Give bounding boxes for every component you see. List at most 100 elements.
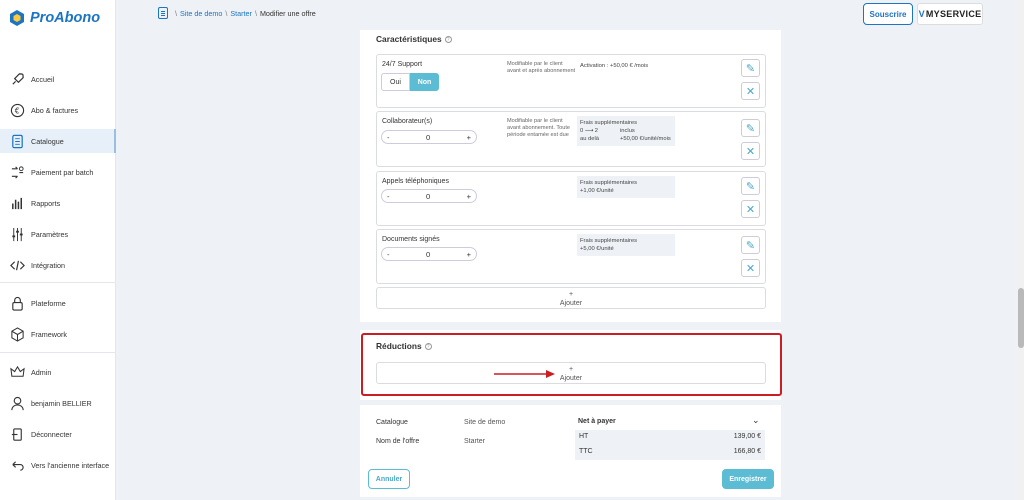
ht-row: HT 139,00 € [579, 433, 761, 440]
logo[interactable]: ProAbono [9, 10, 100, 26]
edit-button[interactable]: ✎ [741, 236, 760, 254]
help-icon[interactable]: ? [444, 36, 452, 43]
catalog-icon [158, 7, 168, 19]
price-title: Frais supplémentaires [580, 120, 638, 126]
ttc-row: TTC 166,80 € [579, 448, 761, 455]
sidebar-item-label: Admin [31, 367, 52, 377]
sidebar-divider [0, 352, 116, 353]
stepper-plus[interactable]: + [467, 250, 471, 259]
close-icon: ✕ [745, 203, 756, 216]
chevron-down-icon[interactable]: ⌄ [752, 415, 760, 426]
feature-card-appels: Appels téléphoniques - 0 + Frais supplém… [376, 171, 766, 226]
support-toggle[interactable]: Oui Non [381, 73, 439, 91]
breadcrumb-site-link[interactable]: Site de demo [180, 9, 222, 18]
subscribe-button[interactable]: Souscrire [863, 3, 913, 25]
sidebar-item-abo-factures[interactable]: € Abo & factures [0, 98, 116, 122]
catalog-value: Site de demo [464, 419, 506, 426]
quantity-stepper[interactable]: - 0 + [381, 130, 477, 144]
price-row-value: inclus [620, 128, 635, 134]
delete-button[interactable]: ✕ [741, 259, 760, 277]
pencil-icon: ✎ [745, 239, 756, 252]
plus-icon: + [568, 291, 574, 298]
pencil-icon: ✎ [745, 62, 756, 75]
breadcrumb: \ Site de demo \ Starter \ Modifier une … [158, 7, 316, 19]
price-row-range: 0 ⟶ 2 [580, 128, 598, 134]
sidebar-item-user[interactable]: benjamin BELLIER [0, 391, 116, 415]
price-title: Frais supplémentaires [580, 180, 638, 186]
quantity-stepper[interactable]: - 0 + [381, 189, 477, 203]
feature-card-collaborateurs: Collaborateur(s) - 0 + Modifiable par le… [376, 111, 766, 167]
ht-label: HT [579, 433, 589, 440]
stepper-plus[interactable]: + [467, 192, 471, 201]
price-title: Frais supplémentaires [580, 238, 638, 244]
price-row-value: +50,00 €/unité/mois [620, 136, 671, 142]
sidebar-item-integration[interactable]: Intégration [0, 253, 116, 277]
stepper-value[interactable]: 0 [390, 250, 467, 259]
price-row: au delà +50,00 €/unité/mois [580, 135, 672, 143]
quantity-stepper[interactable]: - 0 + [381, 247, 477, 261]
code-icon [10, 258, 25, 273]
delete-button[interactable]: ✕ [741, 142, 760, 160]
rocket-icon [10, 72, 25, 87]
catalog-label: Catalogue [376, 419, 408, 426]
sidebar-item-framework[interactable]: Framework [0, 322, 116, 346]
add-feature-button[interactable]: + Ajouter [376, 287, 766, 309]
pencil-icon: ✎ [745, 180, 756, 193]
sidebar-item-admin[interactable]: Admin [0, 360, 116, 384]
sidebar-item-label: Rapports [31, 198, 61, 208]
edit-button[interactable]: ✎ [741, 59, 760, 77]
batch-icon [10, 165, 25, 180]
feature-name: Appels téléphoniques [382, 178, 449, 185]
sidebar-item-label: Déconnecter [31, 429, 72, 439]
sidebar-item-label: Intégration [31, 260, 65, 270]
sidebar-item-paiement-batch[interactable]: Paiement par batch [0, 160, 116, 184]
back-icon [10, 458, 25, 473]
user-icon [10, 396, 25, 411]
scroll-thumb[interactable] [1018, 288, 1024, 348]
sidebar-item-deconnecter[interactable]: Déconnecter [0, 422, 116, 446]
delete-button[interactable]: ✕ [741, 82, 760, 100]
close-icon: ✕ [745, 262, 756, 275]
stepper-plus[interactable]: + [467, 133, 471, 142]
edit-button[interactable]: ✎ [741, 119, 760, 137]
sidebar-item-plateforme[interactable]: Plateforme [0, 291, 116, 315]
sidebar-item-label: Vers l'ancienne interface [31, 460, 110, 470]
sidebar-item-accueil[interactable]: Accueil [0, 67, 116, 91]
stepper-value[interactable]: 0 [390, 133, 467, 142]
sidebar-item-label: Plateforme [31, 298, 66, 308]
scrollbar[interactable] [1018, 0, 1024, 500]
sidebar: ProAbono Accueil € Abo & factures Catalo… [0, 0, 116, 500]
annotation-arrow-icon [494, 370, 555, 378]
pencil-icon: ✎ [745, 122, 756, 135]
breadcrumb-separator: \ [254, 8, 257, 18]
sidebar-item-rapports[interactable]: Rapports [0, 191, 116, 215]
sidebar-item-parametres[interactable]: Paramètres [0, 222, 116, 246]
logout-icon [10, 427, 25, 442]
price-line: +1,00 €/unité [580, 188, 614, 194]
delete-button[interactable]: ✕ [741, 200, 760, 218]
save-button[interactable]: Enregistrer [722, 469, 774, 489]
features-title-text: Caractéristiques [376, 34, 442, 44]
edit-button[interactable]: ✎ [741, 177, 760, 195]
sidebar-divider [0, 282, 116, 283]
net-label: Net à payer [578, 418, 616, 425]
sidebar-item-ancienne-interface[interactable]: Vers l'ancienne interface [0, 453, 116, 477]
features-title: Caractéristiques? [376, 34, 452, 44]
brand-logo[interactable]: V MYSERVICE [917, 3, 983, 25]
ttc-label: TTC [579, 448, 593, 455]
price-line: +5,00 €/unité [580, 246, 614, 252]
breadcrumb-offer-link[interactable]: Starter [230, 9, 252, 18]
sidebar-item-label: Paramètres [31, 229, 69, 239]
cancel-button[interactable]: Annuler [368, 469, 410, 489]
svg-text:€: € [15, 106, 20, 115]
cube-icon [10, 326, 25, 342]
close-icon: ✕ [745, 85, 756, 98]
toggle-oui[interactable]: Oui [381, 73, 410, 91]
sidebar-item-catalogue[interactable]: Catalogue [0, 129, 116, 153]
feature-price: Frais supplémentaires +1,00 €/unité [577, 176, 675, 198]
stepper-value[interactable]: 0 [390, 192, 467, 201]
price-row: 0 ⟶ 2 inclus [580, 127, 672, 135]
toggle-non[interactable]: Non [410, 73, 439, 91]
logo-text: ProAbono [30, 10, 101, 26]
crown-icon [10, 365, 25, 380]
